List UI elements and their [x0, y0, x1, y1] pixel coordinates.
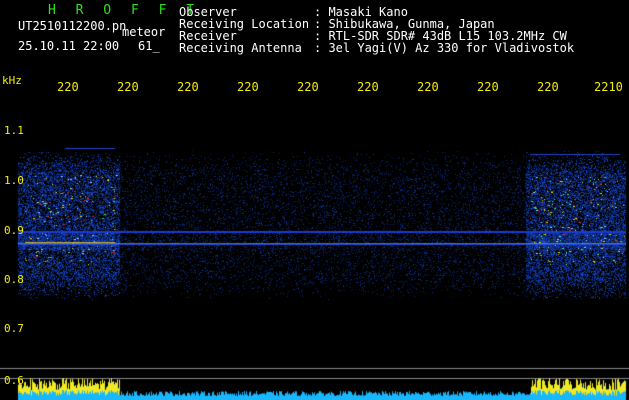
x-tick: 220: [117, 80, 139, 94]
x-tick: 220: [537, 80, 559, 94]
y-tick: 0.8: [4, 273, 24, 286]
y-tick: 1.1: [4, 124, 24, 137]
file-datetime: 25.10.11 22:00: [18, 39, 120, 53]
x-tick: 220: [297, 80, 319, 94]
y-tick: 0.6: [4, 374, 24, 387]
file-type: meteor: [122, 25, 166, 39]
file-count: 61_: [138, 39, 160, 53]
app-title: H R O F F T: [48, 3, 201, 18]
file-name: UT2510112200.pn: [18, 19, 127, 33]
x-tick: 220: [237, 80, 259, 94]
x-tick: 220: [177, 80, 199, 94]
x-tick: 220: [357, 80, 379, 94]
x-tick: 2210: [594, 80, 623, 94]
meta-value-antenna: : 3el Yagi(V) Az 330 for Vladivostok: [314, 41, 575, 55]
axis-unit-label: kHz: [2, 74, 22, 87]
x-tick: 220: [477, 80, 499, 94]
y-tick: 0.7: [4, 322, 24, 335]
meta-label-antenna: Receiving Antenna: [179, 41, 302, 55]
y-tick: 0.9: [4, 224, 24, 237]
x-tick: 220: [417, 80, 439, 94]
x-tick: 220: [57, 80, 79, 94]
y-tick: 1.0: [4, 174, 24, 187]
spectrogram-canvas: [0, 0, 629, 400]
